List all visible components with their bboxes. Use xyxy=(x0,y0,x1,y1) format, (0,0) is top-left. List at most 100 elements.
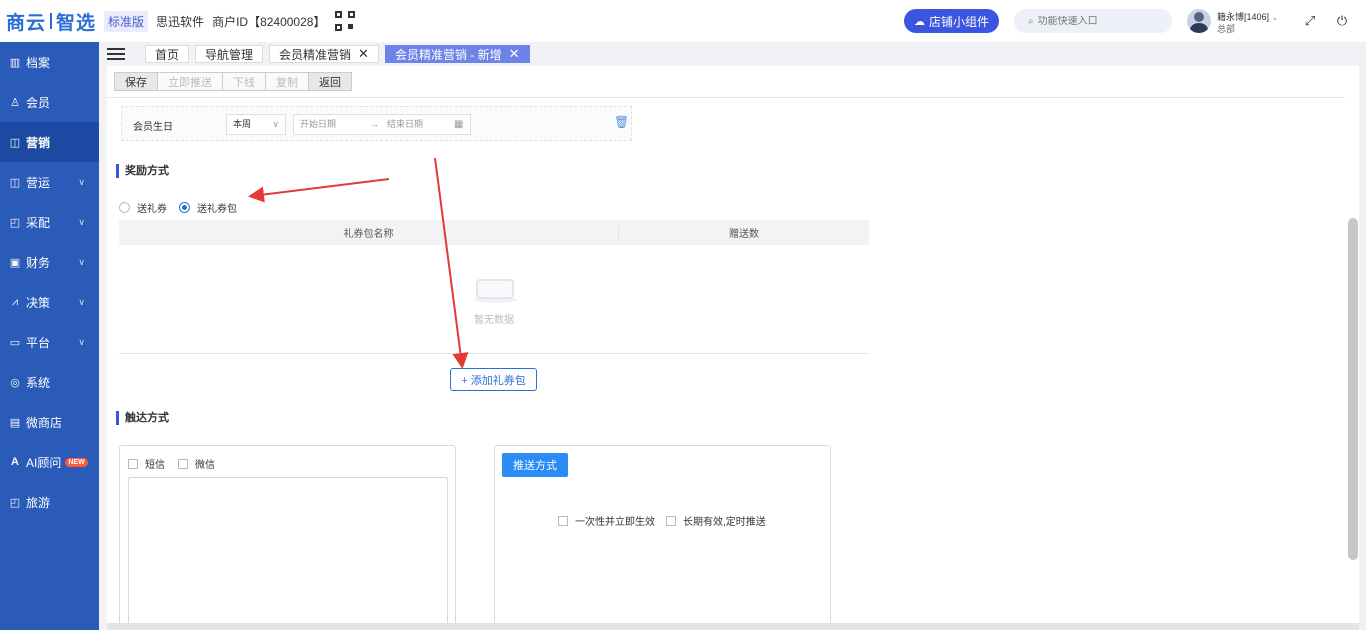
power-icon[interactable]: ⏻ xyxy=(1334,13,1350,29)
sms-checkbox-row[interactable]: 短信 xyxy=(128,456,165,471)
period-select[interactable]: 本周 ∨ xyxy=(226,114,286,135)
push-now-button[interactable]: 立即推送 xyxy=(157,72,223,91)
close-icon[interactable]: ✕ xyxy=(509,46,520,62)
tab-precision-marketing[interactable]: 会员精准营销 ✕ xyxy=(269,45,379,63)
sidebar-item-decision[interactable]: ⩘ 决策 ∨ xyxy=(0,282,99,322)
logo-part2: 智选 xyxy=(56,12,97,34)
sidebar-item-ai[interactable]: A AI顾问 NEW xyxy=(0,442,99,482)
edition-badge: 标准版 xyxy=(104,10,149,32)
wechat-checkbox-row[interactable]: 微信 xyxy=(178,456,215,471)
action-toolbar: 保存 立即推送 下线 复制 返回 xyxy=(114,72,352,91)
new-badge: NEW xyxy=(65,457,88,467)
wechat-label: 微信 xyxy=(195,460,215,471)
longterm-checkbox-row[interactable]: 长期有效,定时推送 xyxy=(666,513,766,528)
save-button[interactable]: 保存 xyxy=(114,72,158,91)
user-icon: ♙ xyxy=(10,96,20,109)
platform-icon: ▭ xyxy=(9,336,21,349)
avatar[interactable] xyxy=(1187,9,1211,33)
shop-widget-button[interactable]: ☁ 店铺小组件 xyxy=(904,9,999,33)
message-textarea[interactable] xyxy=(128,477,448,626)
logo-separator xyxy=(50,13,53,29)
sidebar-item-platform[interactable]: ▭ 平台 ∨ xyxy=(0,322,99,362)
condition-label: 会员生日 xyxy=(133,122,173,133)
longterm-label: 长期有效,定时推送 xyxy=(683,517,766,528)
sidebar-item-member[interactable]: ♙ 会员 xyxy=(0,82,99,122)
tab-bar: 首页 导航管理 会员精准营销 ✕ 会员精准营销 - 新增 ✕ xyxy=(99,42,1366,66)
operation-icon: ◫ xyxy=(9,176,21,189)
tab-home[interactable]: 首页 xyxy=(145,45,190,63)
quick-search-input[interactable] xyxy=(1037,15,1158,27)
tab-nav-management[interactable]: 导航管理 xyxy=(195,45,264,63)
travel-icon: ◰ xyxy=(9,496,21,509)
arrow-right-icon: → xyxy=(370,119,379,129)
offline-button[interactable]: 下线 xyxy=(222,72,266,91)
back-button[interactable]: 返回 xyxy=(308,72,352,91)
push-method-panel: 推送方式 一次性并立即生效 长期有效,定时推送 xyxy=(494,445,831,626)
end-date-placeholder: 结束日期 xyxy=(387,119,424,129)
wechat-checkbox[interactable] xyxy=(178,458,188,469)
cloud-icon: ☁ xyxy=(913,15,925,28)
sidebar-item-travel[interactable]: ◰ 旅游 xyxy=(0,482,99,522)
sidebar-item-archive[interactable]: ▥ 档案 xyxy=(0,42,99,82)
trash-icon[interactable]: 🗑 xyxy=(614,115,629,129)
user-org: 总部 xyxy=(1217,24,1236,34)
once-label: 一次性并立即生效 xyxy=(575,517,655,528)
search-icon: ⌕ xyxy=(1028,15,1034,27)
copy-button[interactable]: 复制 xyxy=(265,72,309,91)
start-date-placeholder: 开始日期 xyxy=(300,119,337,129)
tab-precision-marketing-new[interactable]: 会员精准营销 - 新增 ✕ xyxy=(384,45,530,63)
col-package-name: 礼券包名称 xyxy=(119,225,619,240)
once-checkbox-row[interactable]: 一次性并立即生效 xyxy=(558,513,655,528)
finance-icon: ▣ xyxy=(9,256,21,269)
close-icon[interactable]: ✕ xyxy=(358,46,369,62)
longterm-checkbox[interactable] xyxy=(666,515,676,526)
company-name: 思迅软件 xyxy=(156,14,205,29)
sidebar-item-system[interactable]: ◎ 系统 xyxy=(0,362,99,402)
delivery-section-title: 触达方式 xyxy=(116,411,169,425)
add-coupon-package-button[interactable]: + 添加礼券包 xyxy=(450,368,537,391)
radio-coupon-package[interactable] xyxy=(179,202,190,213)
marketing-icon: ◫ xyxy=(9,136,21,149)
calendar-icon: ▦ xyxy=(454,119,464,130)
chevron-down-icon: ⌄ xyxy=(1271,13,1279,22)
radio-coupon-package-label[interactable]: 送礼券包 xyxy=(197,200,237,215)
chevron-down-icon: ∨ xyxy=(78,176,85,187)
system-icon: ◎ xyxy=(10,376,20,389)
sidebar-item-microshop[interactable]: ▤ 微商店 xyxy=(0,402,99,442)
once-checkbox[interactable] xyxy=(558,515,568,526)
table-header: 礼券包名称 赠送数 xyxy=(119,220,869,245)
sidebar-item-marketing[interactable]: ◫ 营销 xyxy=(0,122,99,162)
qr-code-icon[interactable] xyxy=(335,11,356,31)
chevron-down-icon: ∨ xyxy=(78,296,85,307)
ai-icon: A xyxy=(11,456,19,468)
radio-coupon-label[interactable]: 送礼券 xyxy=(137,200,167,215)
col-gift-count: 赠送数 xyxy=(729,229,759,240)
main-content: 保存 立即推送 下线 复制 返回 会员生日 本周 ∨ 开始日期 → 结束日期 ▦… xyxy=(107,66,1359,626)
coupon-package-table: 礼券包名称 赠送数 暂无数据 xyxy=(119,220,869,354)
fullscreen-icon[interactable]: ⤢ xyxy=(1302,13,1318,29)
period-value: 本周 xyxy=(233,119,252,129)
vertical-scrollbar[interactable] xyxy=(1348,218,1358,560)
sms-checkbox[interactable] xyxy=(128,458,138,469)
menu-collapse-icon[interactable] xyxy=(107,45,125,63)
logo-part1: 商云 xyxy=(6,12,47,34)
toolbar-divider xyxy=(107,97,1345,98)
table-body: 暂无数据 xyxy=(119,245,869,354)
horizontal-scroll-track xyxy=(107,623,1359,630)
quick-search[interactable]: ⌕ xyxy=(1014,9,1172,33)
sidebar-item-operation[interactable]: ◫ 营运 ∨ xyxy=(0,162,99,202)
sms-label: 短信 xyxy=(145,460,165,471)
date-range-picker[interactable]: 开始日期 → 结束日期 ▦ xyxy=(293,114,471,135)
radio-coupon[interactable] xyxy=(119,202,130,213)
birthday-condition-row: 会员生日 本周 ∨ 开始日期 → 结束日期 ▦ 🗑 xyxy=(121,106,632,141)
empty-box-icon xyxy=(473,273,517,303)
push-method-button[interactable]: 推送方式 xyxy=(502,453,568,477)
sidebar-item-finance[interactable]: ▣ 财务 ∨ xyxy=(0,242,99,282)
purchase-icon: ◰ xyxy=(9,216,21,229)
merchant-id: 商户ID【82400028】 xyxy=(212,14,326,29)
app-logo[interactable]: 商云 智选 xyxy=(6,8,96,35)
shop-icon: ▤ xyxy=(9,416,21,429)
chevron-down-icon: ∨ xyxy=(78,336,85,347)
sidebar-item-purchase[interactable]: ◰ 采配 ∨ xyxy=(0,202,99,242)
sidebar: ▥ 档案 ♙ 会员 ◫ 营销 ◫ 营运 ∨ ◰ 采配 ∨ ▣ 财务 ∨ ⩘ 决策 ∨ ▭ 平台 ∨ ◎ 系统… xyxy=(0,42,99,630)
